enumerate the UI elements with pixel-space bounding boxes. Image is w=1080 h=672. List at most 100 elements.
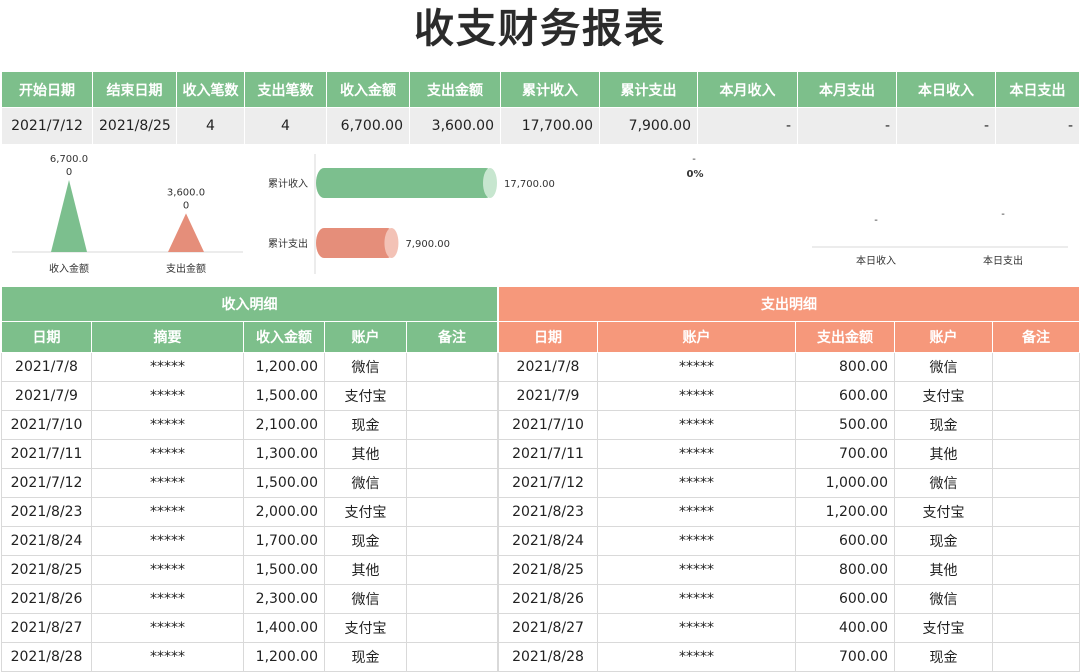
summary-total-expense[interactable]: 7,900.00: [599, 107, 698, 145]
expense-date-cell[interactable]: 2021/7/9: [498, 381, 598, 411]
summary-start-date[interactable]: 2021/7/12: [1, 107, 93, 145]
expense-date-cell[interactable]: 2021/8/28: [498, 642, 598, 672]
expense-amount-cell[interactable]: 700.00: [795, 642, 895, 672]
income-note-cell[interactable]: [405, 497, 499, 527]
income-note-cell[interactable]: [405, 642, 499, 672]
expense-note-cell[interactable]: [991, 439, 1080, 469]
expense-summary-cell[interactable]: *****: [597, 352, 796, 382]
income-note-cell[interactable]: [405, 352, 499, 382]
income-account-cell[interactable]: 微信: [324, 468, 407, 498]
income-note-cell[interactable]: [405, 613, 499, 643]
expense-summary-cell[interactable]: *****: [597, 613, 796, 643]
income-amount-cell[interactable]: 1,500.00: [243, 468, 325, 498]
income-amount-cell[interactable]: 2,000.00: [243, 497, 325, 527]
income-summary-cell[interactable]: *****: [91, 439, 244, 469]
summary-end-date[interactable]: 2021/8/25: [92, 107, 177, 145]
income-summary-cell[interactable]: *****: [91, 642, 244, 672]
expense-summary-cell[interactable]: *****: [597, 526, 796, 556]
expense-amount-cell[interactable]: 1,200.00: [795, 497, 895, 527]
income-note-cell[interactable]: [405, 526, 499, 556]
expense-summary-cell[interactable]: *****: [597, 555, 796, 585]
expense-date-cell[interactable]: 2021/7/11: [498, 439, 598, 469]
income-summary-cell[interactable]: *****: [91, 526, 244, 556]
expense-note-cell[interactable]: [991, 642, 1080, 672]
expense-amount-cell[interactable]: 700.00: [795, 439, 895, 469]
income-account-cell[interactable]: 现金: [324, 642, 407, 672]
expense-amount-cell[interactable]: 600.00: [795, 381, 895, 411]
expense-note-cell[interactable]: [991, 381, 1080, 411]
income-account-cell[interactable]: 微信: [324, 352, 407, 382]
expense-note-cell[interactable]: [991, 613, 1080, 643]
income-amount-cell[interactable]: 1,200.00: [243, 352, 325, 382]
expense-summary-cell[interactable]: *****: [597, 381, 796, 411]
income-date-cell[interactable]: 2021/8/25: [1, 555, 92, 585]
income-account-cell[interactable]: 其他: [324, 555, 407, 585]
income-note-cell[interactable]: [405, 439, 499, 469]
income-amount-cell[interactable]: 1,500.00: [243, 555, 325, 585]
summary-income-count[interactable]: 4: [176, 107, 245, 145]
income-summary-cell[interactable]: *****: [91, 613, 244, 643]
income-date-cell[interactable]: 2021/8/24: [1, 526, 92, 556]
income-date-cell[interactable]: 2021/8/23: [1, 497, 92, 527]
income-account-cell[interactable]: 现金: [324, 526, 407, 556]
expense-account-cell[interactable]: 其他: [894, 439, 993, 469]
expense-date-cell[interactable]: 2021/8/24: [498, 526, 598, 556]
income-account-cell[interactable]: 现金: [324, 410, 407, 440]
expense-note-cell[interactable]: [991, 468, 1080, 498]
income-summary-cell[interactable]: *****: [91, 468, 244, 498]
expense-date-cell[interactable]: 2021/8/23: [498, 497, 598, 527]
summary-month-expense[interactable]: -: [797, 107, 897, 145]
expense-note-cell[interactable]: [991, 497, 1080, 527]
expense-note-cell[interactable]: [991, 584, 1080, 614]
income-account-cell[interactable]: 支付宝: [324, 497, 407, 527]
income-amount-cell[interactable]: 2,300.00: [243, 584, 325, 614]
income-note-cell[interactable]: [405, 410, 499, 440]
income-date-cell[interactable]: 2021/7/8: [1, 352, 92, 382]
income-summary-cell[interactable]: *****: [91, 410, 244, 440]
income-summary-cell[interactable]: *****: [91, 555, 244, 585]
summary-income-amount[interactable]: 6,700.00: [326, 107, 410, 145]
expense-amount-cell[interactable]: 800.00: [795, 555, 895, 585]
income-date-cell[interactable]: 2021/8/28: [1, 642, 92, 672]
expense-account-cell[interactable]: 微信: [894, 468, 993, 498]
summary-day-expense[interactable]: -: [995, 107, 1080, 145]
summary-day-income[interactable]: -: [896, 107, 996, 145]
income-date-cell[interactable]: 2021/7/11: [1, 439, 92, 469]
expense-note-cell[interactable]: [991, 526, 1080, 556]
income-summary-cell[interactable]: *****: [91, 381, 244, 411]
income-date-cell[interactable]: 2021/7/10: [1, 410, 92, 440]
income-note-cell[interactable]: [405, 555, 499, 585]
expense-date-cell[interactable]: 2021/8/26: [498, 584, 598, 614]
income-account-cell[interactable]: 其他: [324, 439, 407, 469]
expense-amount-cell[interactable]: 600.00: [795, 584, 895, 614]
expense-amount-cell[interactable]: 600.00: [795, 526, 895, 556]
expense-account-cell[interactable]: 微信: [894, 584, 993, 614]
income-note-cell[interactable]: [405, 468, 499, 498]
expense-date-cell[interactable]: 2021/8/25: [498, 555, 598, 585]
expense-summary-cell[interactable]: *****: [597, 497, 796, 527]
income-summary-cell[interactable]: *****: [91, 352, 244, 382]
income-summary-cell[interactable]: *****: [91, 497, 244, 527]
income-amount-cell[interactable]: 1,200.00: [243, 642, 325, 672]
income-account-cell[interactable]: 微信: [324, 584, 407, 614]
income-amount-cell[interactable]: 1,500.00: [243, 381, 325, 411]
expense-account-cell[interactable]: 现金: [894, 526, 993, 556]
summary-expense-count[interactable]: 4: [244, 107, 327, 145]
income-account-cell[interactable]: 支付宝: [324, 381, 407, 411]
expense-summary-cell[interactable]: *****: [597, 468, 796, 498]
expense-summary-cell[interactable]: *****: [597, 642, 796, 672]
income-amount-cell[interactable]: 2,100.00: [243, 410, 325, 440]
income-date-cell[interactable]: 2021/7/12: [1, 468, 92, 498]
expense-account-cell[interactable]: 支付宝: [894, 381, 993, 411]
expense-summary-cell[interactable]: *****: [597, 584, 796, 614]
income-amount-cell[interactable]: 1,300.00: [243, 439, 325, 469]
summary-total-income[interactable]: 17,700.00: [500, 107, 600, 145]
expense-amount-cell[interactable]: 500.00: [795, 410, 895, 440]
expense-amount-cell[interactable]: 1,000.00: [795, 468, 895, 498]
expense-account-cell[interactable]: 其他: [894, 555, 993, 585]
expense-summary-cell[interactable]: *****: [597, 410, 796, 440]
expense-account-cell[interactable]: 支付宝: [894, 613, 993, 643]
expense-account-cell[interactable]: 现金: [894, 410, 993, 440]
expense-amount-cell[interactable]: 800.00: [795, 352, 895, 382]
expense-note-cell[interactable]: [991, 555, 1080, 585]
